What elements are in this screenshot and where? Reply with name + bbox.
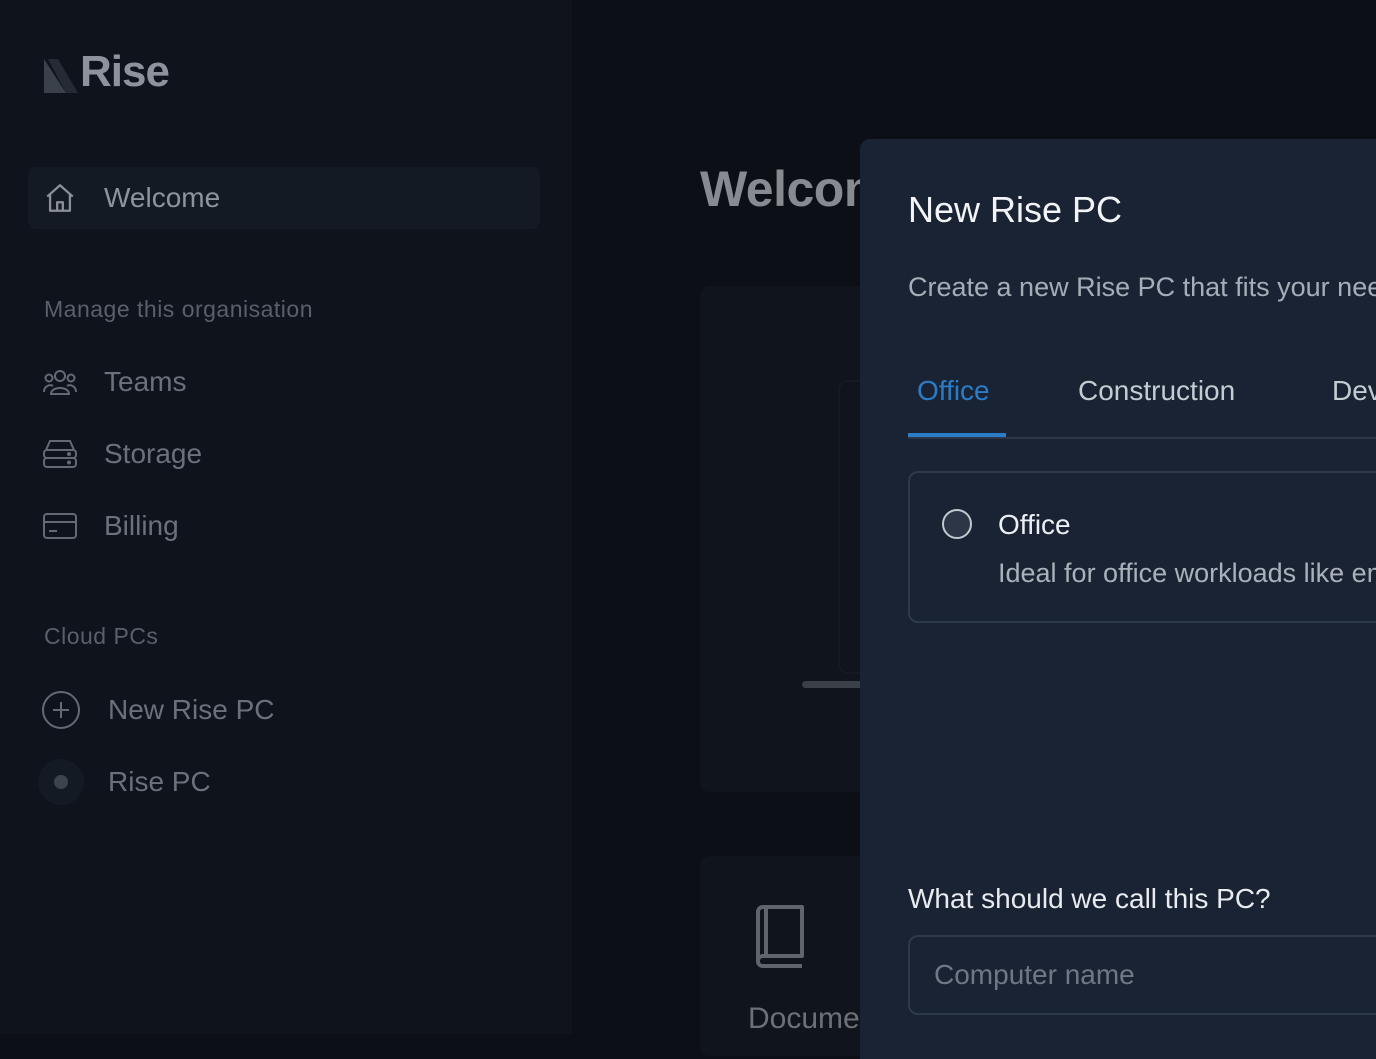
sidebar-item-label: Teams — [104, 366, 187, 397]
option-radio[interactable] — [942, 509, 972, 539]
pc-type-tabs: Office Construction Development — [908, 359, 1376, 439]
tab-development[interactable]: Development — [1332, 373, 1376, 409]
tab-construction[interactable]: Construction — [1078, 373, 1235, 409]
new-rise-pc-modal: New Rise PC Create a new Rise PC that fi… — [860, 139, 1376, 1059]
sidebar-item-billing[interactable]: Billing — [28, 495, 540, 557]
sidebar-item-teams[interactable]: Teams — [28, 351, 540, 413]
sidebar-item-storage[interactable]: Storage — [28, 423, 540, 485]
sidebar-item-label: Welcome — [104, 182, 221, 213]
logo-text: Rise — [80, 47, 170, 96]
sidebar-item-label: New Rise PC — [108, 694, 275, 725]
section-title-cloud-pcs: Cloud PCs — [44, 623, 159, 649]
sidebar-item-label: Storage — [104, 438, 203, 469]
option-card-office[interactable]: Office Ideal for office workloads like e… — [908, 471, 1376, 623]
section-title-manage: Manage this organisation — [44, 296, 313, 322]
pc-name-input[interactable] — [908, 935, 1376, 1015]
sidebar-item-new-rise-pc[interactable]: New Rise PC — [28, 679, 540, 741]
option-title: Office — [998, 509, 1071, 540]
active-tab-indicator — [908, 433, 1006, 437]
tab-office[interactable]: Office — [917, 373, 990, 409]
option-description: Ideal for office workloads like email an… — [998, 558, 1376, 588]
pc-name-label: What should we call this PC? — [908, 883, 1271, 914]
rise-logo-icon — [44, 59, 78, 93]
pc-status-icon — [38, 759, 84, 805]
home-icon — [42, 180, 78, 216]
logo[interactable]: Rise — [44, 46, 170, 98]
sidebar-item-label: Billing — [104, 510, 179, 541]
users-icon — [42, 364, 78, 400]
book-icon — [752, 904, 808, 970]
sidebar: Rise Welcome Manage this organisation Te… — [0, 0, 572, 1034]
sidebar-item-label: Rise PC — [108, 766, 211, 797]
sidebar-item-rise-pc[interactable]: Rise PC — [28, 751, 540, 813]
modal-subtitle: Create a new Rise PC that fits your need… — [908, 272, 1376, 302]
modal-title: New Rise PC — [908, 189, 1123, 230]
server-icon — [42, 436, 78, 472]
credit-card-icon — [42, 508, 78, 544]
plus-circle-icon — [38, 687, 84, 733]
sidebar-item-welcome[interactable]: Welcome — [28, 167, 540, 229]
